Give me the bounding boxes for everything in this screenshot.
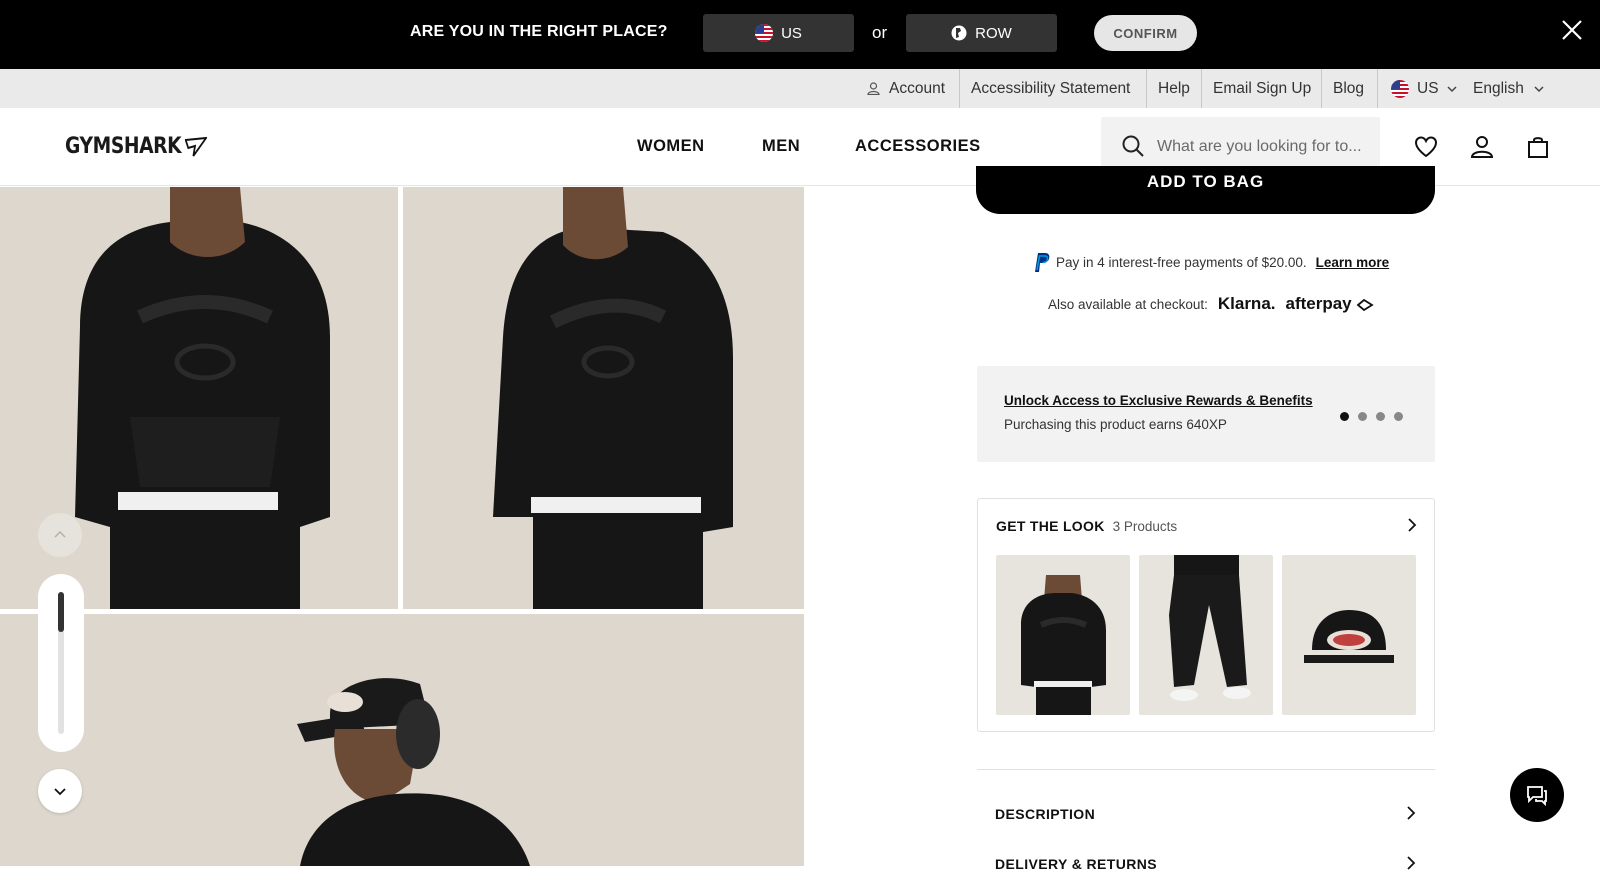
hoodie-thumbnail [1021, 575, 1106, 715]
chevron-right-icon[interactable] [1403, 855, 1419, 871]
divider [1321, 69, 1322, 108]
carousel-dot[interactable] [1394, 412, 1403, 421]
country-label: US [1417, 79, 1439, 97]
also-available-label: Also available at checkout: [1048, 296, 1208, 312]
learn-more-link[interactable]: Learn more [1316, 255, 1390, 270]
divider [959, 69, 960, 108]
account-icon[interactable] [1469, 134, 1495, 160]
get-the-look-header[interactable]: GET THE LOOK 3 Products [996, 518, 1177, 534]
hoodie-model-illustration [493, 187, 733, 609]
accessibility-link[interactable]: Accessibility Statement [971, 69, 1130, 108]
divider [1201, 69, 1202, 108]
user-icon [867, 82, 880, 95]
region-or-text: or [872, 23, 888, 42]
region-banner: ARE YOU IN THE RIGHT PLACE? US or ROW CO… [0, 0, 1600, 69]
look-product-hoodie[interactable] [996, 555, 1130, 715]
nav-accessories[interactable]: ACCESSORIES [855, 137, 981, 156]
language-label: English [1473, 79, 1524, 97]
product-image-accessory[interactable] [0, 614, 804, 866]
region-us-label: US [781, 24, 802, 42]
carousel-dots [1340, 412, 1403, 421]
nav-men[interactable]: MEN [762, 137, 800, 156]
region-us-button[interactable]: US [703, 14, 854, 52]
scroll-thumb[interactable] [58, 592, 64, 632]
paypal-text: Pay in 4 interest-free payments of $20.0… [1056, 254, 1307, 270]
afterpay-text: afterpay [1285, 294, 1352, 313]
shark-logo-icon [184, 136, 207, 157]
look-product-joggers[interactable] [1139, 555, 1273, 715]
rewards-title[interactable]: Unlock Access to Exclusive Rewards & Ben… [1004, 393, 1313, 408]
chevron-right-icon[interactable] [1403, 805, 1419, 821]
close-icon[interactable] [1560, 18, 1584, 42]
get-the-look-count: 3 Products [1112, 519, 1178, 534]
delivery-returns-accordion[interactable]: DELIVERY & RETURNS [995, 856, 1415, 872]
email-signup-link[interactable]: Email Sign Up [1213, 69, 1311, 108]
product-image-side[interactable] [403, 187, 804, 609]
chevron-up-icon [54, 530, 66, 538]
paypal-icon [1035, 253, 1050, 272]
carousel-dot[interactable] [1340, 412, 1349, 421]
utility-bar: Account Accessibility Statement Help Ema… [0, 69, 1600, 108]
cap-model-illustration [297, 678, 530, 866]
chevron-down-icon [1447, 85, 1457, 92]
search-icon [1122, 135, 1144, 157]
gymshark-logo[interactable]: GYMSHARK [65, 134, 207, 159]
divider [1377, 69, 1378, 108]
nav-women[interactable]: WOMEN [637, 137, 705, 156]
country-selector[interactable]: US [1391, 69, 1458, 108]
globe-icon [951, 25, 967, 41]
cap-thumbnail [1304, 610, 1394, 663]
chat-icon [1527, 786, 1547, 806]
account-link[interactable]: Account [867, 69, 945, 108]
gallery-scroll-up-button[interactable] [38, 513, 82, 557]
gallery-scroll-down-button[interactable] [38, 769, 82, 813]
confirm-button[interactable]: CONFIRM [1094, 15, 1197, 51]
us-flag-icon [755, 24, 774, 42]
rewards-subtitle: Purchasing this product earns 640XP [1004, 417, 1227, 432]
heart-icon[interactable] [1413, 134, 1439, 160]
chevron-down-icon [1534, 85, 1544, 92]
description-accordion[interactable]: DESCRIPTION [995, 806, 1415, 822]
section-divider [977, 769, 1435, 770]
region-row-button[interactable]: ROW [906, 14, 1057, 52]
region-row-label: ROW [975, 24, 1012, 42]
get-the-look-panel: GET THE LOOK 3 Products [977, 498, 1435, 732]
region-question: ARE YOU IN THE RIGHT PLACE? [410, 23, 668, 40]
afterpay-logo: afterpay [1286, 294, 1375, 314]
gallery-scroll-track[interactable] [38, 574, 84, 752]
klarna-logo: Klarna. [1217, 294, 1276, 313]
us-flag-icon [1391, 79, 1409, 98]
help-link[interactable]: Help [1158, 69, 1190, 108]
bag-icon[interactable] [1525, 134, 1551, 160]
blog-link[interactable]: Blog [1333, 69, 1364, 108]
language-selector[interactable]: English [1473, 69, 1545, 108]
chevron-right-icon[interactable] [1404, 517, 1420, 533]
carousel-dot[interactable] [1358, 412, 1367, 421]
afterpay-arrows-icon [1356, 298, 1375, 311]
product-gallery [0, 187, 804, 866]
account-label: Account [889, 79, 946, 97]
get-the-look-title: GET THE LOOK [996, 518, 1105, 534]
add-to-bag-button[interactable]: ADD TO BAG [976, 166, 1435, 214]
rewards-banner[interactable]: Unlock Access to Exclusive Rewards & Ben… [977, 366, 1435, 462]
joggers-thumbnail [1169, 555, 1251, 701]
look-product-cap[interactable] [1282, 555, 1416, 715]
carousel-dot[interactable] [1376, 412, 1385, 421]
chat-button[interactable] [1510, 768, 1564, 822]
paypal-installments: Pay in 4 interest-free payments of $20.0… [1031, 251, 1389, 273]
logo-text: GYMSHARK [65, 134, 182, 159]
checkout-options: Also available at checkout: Klarna. afte… [1048, 294, 1375, 314]
divider [1146, 69, 1147, 108]
search-input[interactable] [1157, 135, 1367, 159]
chevron-down-icon [54, 788, 66, 796]
